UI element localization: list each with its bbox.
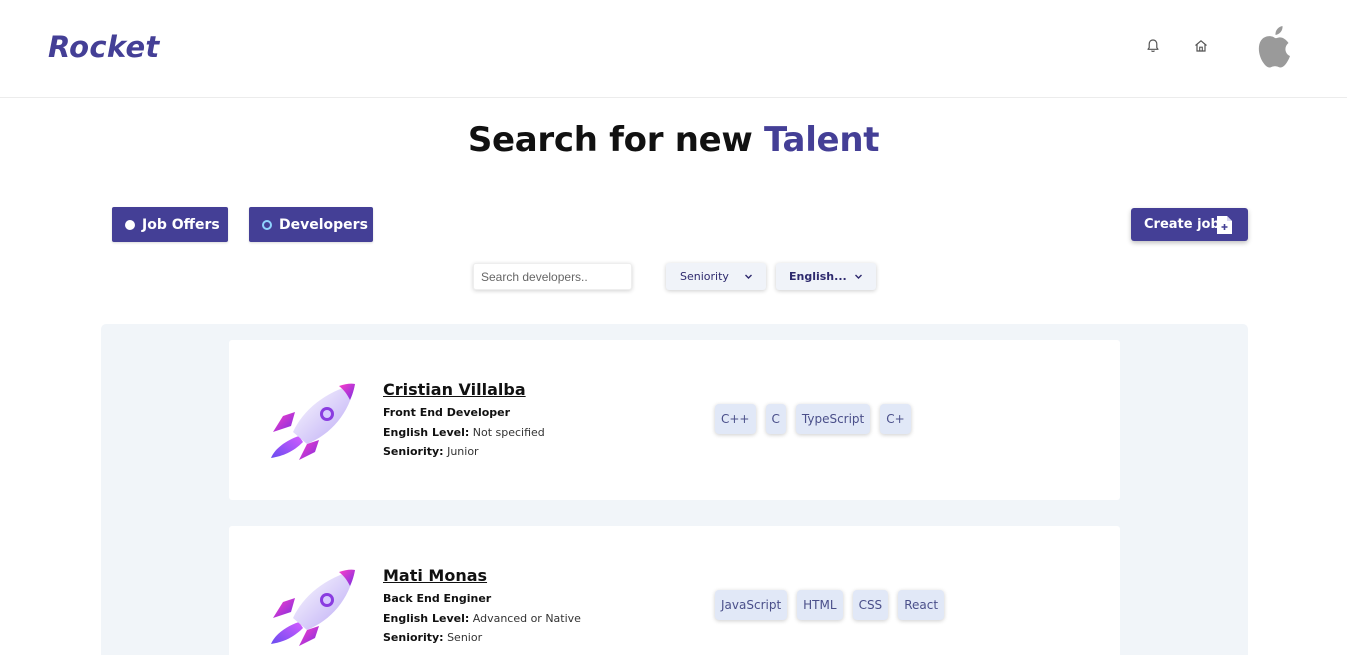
rocket-icon bbox=[271, 569, 355, 646]
seniority-line: Seniority: Junior bbox=[383, 445, 479, 458]
seniority-label: Seniority: bbox=[383, 445, 444, 458]
apple-icon[interactable] bbox=[1255, 24, 1295, 70]
developer-card[interactable]: Cristian Villalba Front End Developer En… bbox=[229, 340, 1120, 500]
rocket-icon bbox=[271, 383, 355, 460]
english-level-label: English Level: bbox=[383, 426, 470, 439]
skill-tags: C++ C TypeScript C+ bbox=[715, 404, 911, 434]
seniority-line: Seniority: Senior bbox=[383, 631, 482, 644]
add-document-icon bbox=[1217, 216, 1232, 234]
developer-role: Back End Enginer bbox=[383, 592, 492, 605]
create-job-button[interactable]: Create job bbox=[1131, 208, 1248, 241]
bell-icon[interactable] bbox=[1143, 36, 1163, 56]
developers-label: Developers bbox=[279, 216, 368, 233]
english-level-line: English Level: Not specified bbox=[383, 426, 545, 439]
developer-card[interactable]: Mati Monas Back End Enginer English Leve… bbox=[229, 526, 1120, 655]
english-level-label: English Level: bbox=[383, 612, 470, 625]
seniority-filter[interactable]: Seniority bbox=[666, 263, 766, 290]
radio-icon bbox=[125, 219, 135, 230]
skill-tag: HTML bbox=[797, 590, 843, 620]
skill-tag: TypeScript bbox=[795, 404, 871, 434]
job-offers-label: Job Offers bbox=[142, 216, 220, 233]
seniority-value: Junior bbox=[447, 445, 479, 458]
english-level-value: Not specified bbox=[472, 426, 545, 439]
top-header: Rocket bbox=[0, 0, 1347, 98]
title-accent: Talent bbox=[764, 120, 880, 160]
create-job-label: Create job bbox=[1144, 217, 1220, 232]
home-icon[interactable] bbox=[1191, 36, 1211, 56]
title-prefix: Search for new bbox=[467, 120, 765, 160]
page-title: Search for new Talent bbox=[0, 120, 1347, 160]
seniority-label: Seniority: bbox=[383, 631, 444, 644]
app-logo[interactable]: Rocket bbox=[48, 30, 160, 64]
developer-name[interactable]: Cristian Villalba bbox=[383, 380, 526, 399]
english-level-line: English Level: Advanced or Native bbox=[383, 612, 581, 625]
skill-tag: CSS bbox=[852, 590, 889, 620]
developer-results-panel: Cristian Villalba Front End Developer En… bbox=[101, 324, 1248, 655]
seniority-value: Senior bbox=[447, 631, 483, 644]
skill-tag: JavaScript bbox=[715, 590, 788, 620]
developer-role: Front End Developer bbox=[383, 406, 511, 419]
job-offers-button[interactable]: Job Offers bbox=[112, 207, 228, 242]
skill-tag: C++ bbox=[715, 404, 756, 434]
english-filter[interactable]: English... bbox=[776, 263, 876, 290]
search-input[interactable] bbox=[473, 263, 632, 290]
radio-selected-icon bbox=[262, 219, 272, 230]
chevron-down-icon bbox=[855, 274, 862, 279]
english-filter-label: English... bbox=[789, 270, 847, 283]
english-level-value: Advanced or Native bbox=[472, 612, 581, 625]
skill-tag: C+ bbox=[880, 404, 911, 434]
developer-name[interactable]: Mati Monas bbox=[383, 566, 487, 585]
developers-button[interactable]: Developers bbox=[249, 207, 373, 242]
skill-tag: React bbox=[898, 590, 945, 620]
chevron-down-icon bbox=[745, 274, 752, 279]
skill-tags: JavaScript HTML CSS React bbox=[715, 590, 945, 620]
skill-tag: C bbox=[765, 404, 786, 434]
seniority-filter-label: Seniority bbox=[680, 270, 729, 283]
